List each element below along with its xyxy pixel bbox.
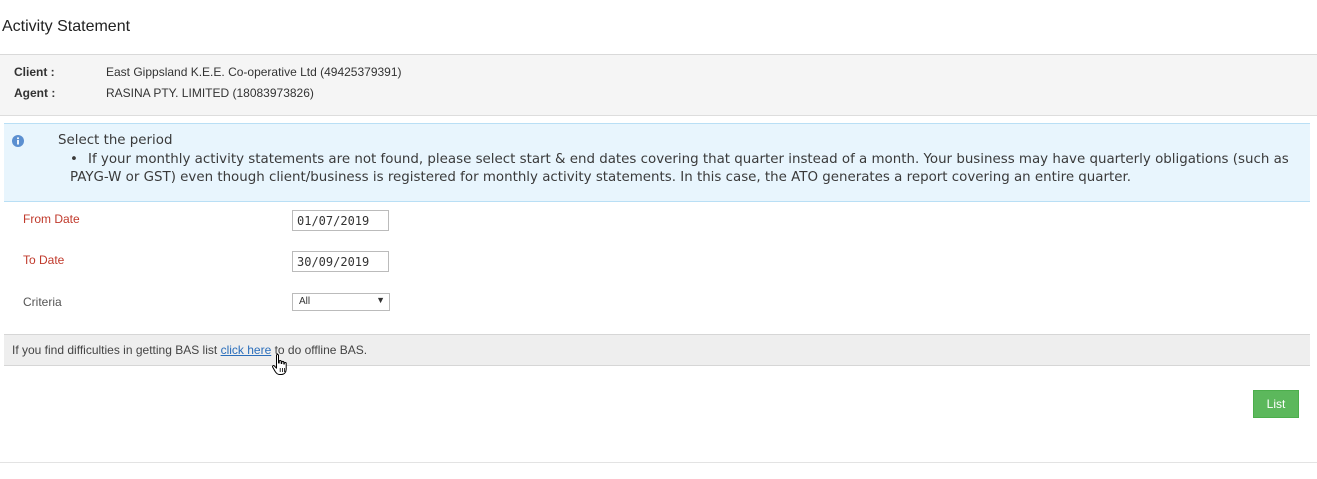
client-label: Client : xyxy=(14,65,55,79)
from-date-label: From Date xyxy=(23,212,80,226)
click-here-link[interactable]: click here xyxy=(221,343,272,357)
notice-text: If you find difficulties in getting BAS … xyxy=(12,343,367,357)
info-bullet-text: If your monthly activity statements are … xyxy=(70,152,1289,185)
offline-bas-notice: If you find difficulties in getting BAS … xyxy=(4,334,1310,366)
to-date-label: To Date xyxy=(23,253,65,267)
chevron-down-icon: ▼ xyxy=(376,295,385,305)
agent-value: RASINA PTY. LIMITED (18083973826) xyxy=(106,86,314,100)
criteria-select[interactable]: All ▼ xyxy=(292,293,390,311)
client-value: East Gippsland K.E.E. Co-operative Ltd (… xyxy=(106,65,402,79)
hand-cursor-icon xyxy=(271,353,287,375)
page-title: Activity Statement xyxy=(2,18,131,35)
criteria-label: Criteria xyxy=(23,295,62,309)
info-bullet: • If your monthly activity statements ar… xyxy=(70,151,1300,187)
client-info-panel: Client : East Gippsland K.E.E. Co-operat… xyxy=(0,55,1317,116)
to-date-input[interactable] xyxy=(292,251,389,272)
info-title: Select the period xyxy=(58,133,173,148)
info-alert: Select the period • If your monthly acti… xyxy=(4,123,1310,202)
bullet-dot: • xyxy=(70,152,78,167)
info-icon xyxy=(12,135,24,147)
bottom-divider xyxy=(0,462,1317,463)
from-date-input[interactable] xyxy=(292,210,389,231)
list-button[interactable]: List xyxy=(1253,390,1299,418)
notice-prefix: If you find difficulties in getting BAS … xyxy=(12,343,221,357)
criteria-selected-value: All xyxy=(299,296,311,307)
agent-label: Agent : xyxy=(14,86,56,100)
